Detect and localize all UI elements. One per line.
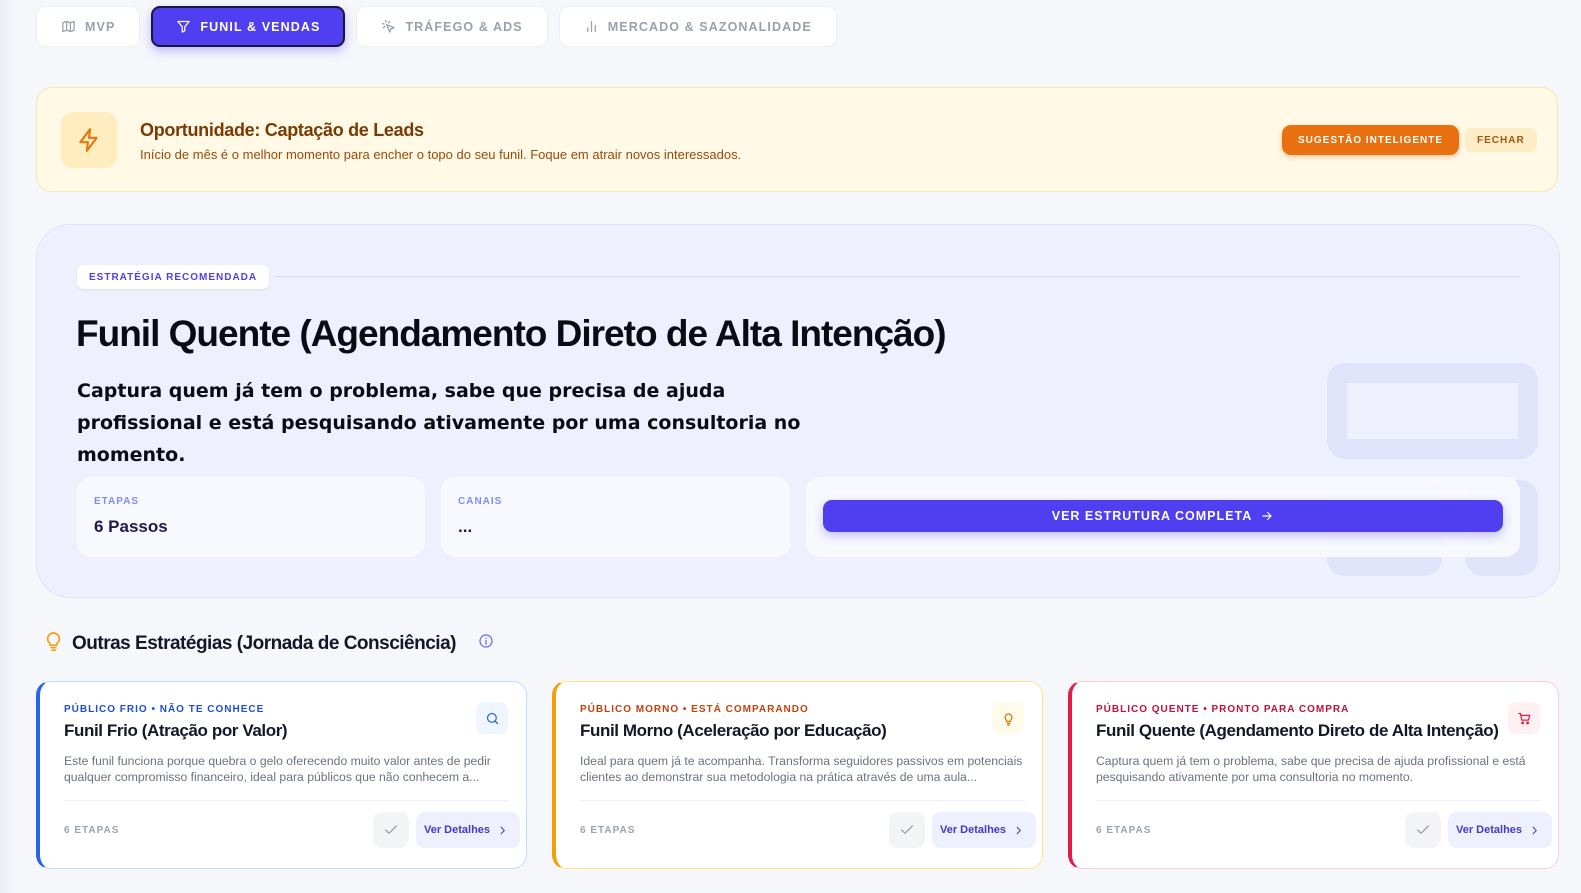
divider (1096, 800, 1541, 801)
audience-tag: PÚBLICO MORNO • ESTÁ COMPARANDO (580, 704, 809, 715)
card-description: Ideal para quem já te acompanha. Transfo… (580, 754, 1023, 784)
check-icon (385, 825, 397, 834)
view-details-button[interactable]: Ver Detalhes (932, 812, 1037, 848)
chevron-right-icon (500, 826, 505, 834)
stat-label: ETAPAS (94, 496, 140, 507)
check-icon (1417, 825, 1429, 834)
recommended-badge: ESTRATÉGIA RECOMENDADA (77, 265, 270, 289)
card-title: Funil Frio (Atração por Valor) (64, 721, 288, 740)
tab-mvp[interactable]: MVP (36, 6, 141, 47)
arrow-right-icon (1262, 511, 1272, 521)
cursor-click-icon (382, 19, 396, 33)
banner-icon-box (61, 112, 117, 168)
tab-label: FUNIL & VENDAS (200, 19, 321, 34)
audience-tag: PÚBLICO FRIO • NÃO TE CONHECE (64, 704, 265, 715)
strategy-card-warm[interactable]: PÚBLICO MORNO • ESTÁ COMPARANDO Funil Mo… (552, 681, 1043, 869)
view-details-button[interactable]: Ver Detalhes (1448, 812, 1553, 848)
close-banner-button[interactable]: FECHAR (1465, 128, 1537, 152)
chevron-right-icon (1532, 826, 1537, 834)
other-strategies-heading: Outras Estratégias (Jornada de Consciênc… (45, 631, 494, 656)
tab-funil-vendas[interactable]: FUNIL & VENDAS (151, 6, 346, 47)
card-description: Este funil funciona porque quebra o gelo… (64, 754, 491, 784)
search-icon (486, 712, 498, 724)
details-label: Ver Detalhes (940, 824, 1007, 836)
left-edge (0, 0, 18, 893)
select-check-button[interactable] (373, 812, 409, 848)
tab-label: MVP (85, 19, 116, 34)
tab-bar: MVP FUNIL & VENDAS TRÁFEGO & ADS MERCADO… (36, 6, 837, 47)
check-icon (901, 825, 913, 834)
channels-stat: CANAIS ... (441, 477, 790, 557)
card-steps: 6 ETAPAS (64, 825, 120, 836)
banner-title: Oportunidade: Captação de Leads (140, 120, 424, 140)
card-steps: 6 ETAPAS (1096, 825, 1152, 836)
tab-mercado-sazonalidade[interactable]: MERCADO & SAZONALIDADE (558, 6, 837, 47)
card-icon-box (1508, 702, 1540, 734)
tab-label: MERCADO & SAZONALIDADE (607, 19, 812, 34)
stat-value: 6 Passos (94, 517, 168, 536)
card-title: Funil Morno (Aceleração por Educação) (580, 721, 887, 740)
select-check-button[interactable] (889, 812, 925, 848)
strategy-card-cold[interactable]: PÚBLICO FRIO • NÃO TE CONHECE Funil Frio… (36, 681, 527, 869)
details-label: Ver Detalhes (1456, 824, 1523, 836)
strategy-title: Funil Quente (Agendamento Direto de Alta… (76, 313, 947, 354)
bar-chart-icon (586, 20, 596, 33)
details-label: Ver Detalhes (424, 824, 491, 836)
audience-tag: PÚBLICO QUENTE • PRONTO PARA COMPRA (1096, 704, 1350, 715)
decorative-shape (1327, 363, 1538, 459)
tab-label: TRÁFEGO & ADS (405, 19, 523, 34)
strategy-card-hot[interactable]: PÚBLICO QUENTE • PRONTO PARA COMPRA Funi… (1068, 681, 1559, 869)
cta-label: VER ESTRUTURA COMPLETA (1051, 509, 1253, 523)
divider (64, 800, 509, 801)
card-title: Funil Quente (Agendamento Direto de Alta… (1096, 721, 1499, 740)
view-details-button[interactable]: Ver Detalhes (416, 812, 521, 848)
stat-value: ... (458, 517, 473, 536)
lightning-icon (79, 128, 98, 152)
smart-suggestion-button[interactable]: SUGESTÃO INTELIGENTE (1282, 125, 1460, 155)
recommended-strategy-panel: ESTRATÉGIA RECOMENDADA Funil Quente (Age… (36, 224, 1560, 598)
section-title: Outras Estratégias (Jornada de Consciênc… (72, 632, 456, 654)
chevron-right-icon (1016, 826, 1021, 834)
opportunity-banner: Oportunidade: Captação de Leads Início d… (36, 87, 1558, 192)
view-full-structure-button[interactable]: VER ESTRUTURA COMPLETA (823, 500, 1503, 532)
lightbulb-icon (1003, 712, 1013, 726)
shopping-cart-icon (1517, 712, 1530, 724)
card-steps: 6 ETAPAS (580, 825, 636, 836)
strategy-description: Captura quem já tem o problema, sabe que… (77, 380, 801, 466)
card-icon-box (992, 702, 1024, 734)
map-icon (62, 20, 75, 33)
info-icon[interactable] (478, 633, 494, 654)
tab-trafego-ads[interactable]: TRÁFEGO & ADS (356, 6, 548, 47)
lightbulb-icon (45, 631, 62, 656)
steps-stat: ETAPAS 6 Passos (77, 477, 425, 557)
funnel-icon (177, 20, 191, 33)
divider (274, 276, 1520, 277)
card-description: Captura quem já tem o problema, sabe que… (1096, 754, 1526, 784)
stat-label: CANAIS (458, 496, 503, 507)
select-check-button[interactable] (1405, 812, 1441, 848)
banner-subtitle: Início de mês é o melhor momento para en… (140, 147, 742, 162)
divider (580, 800, 1025, 801)
card-icon-box (476, 702, 508, 734)
